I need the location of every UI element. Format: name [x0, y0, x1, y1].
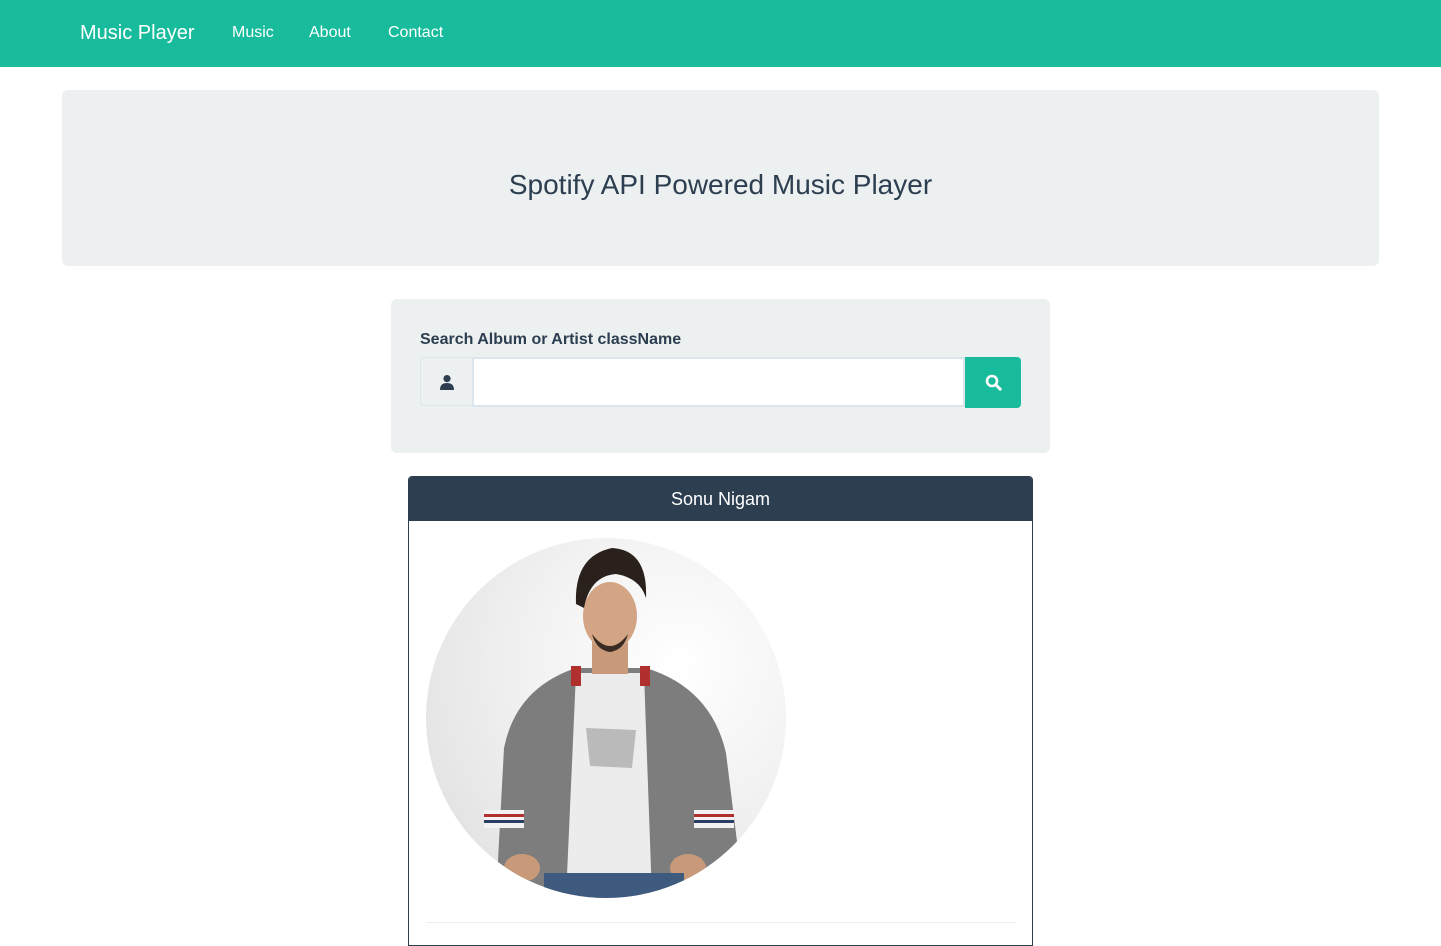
- input-addon: [420, 357, 472, 406]
- nav-link-music[interactable]: Music: [232, 22, 274, 44]
- artist-card: Sonu Nigam: [408, 476, 1033, 946]
- divider: [426, 922, 1016, 923]
- search-label: Search Album or Artist className: [420, 331, 682, 348]
- page-title: Spotify API Powered Music Player: [508, 169, 933, 200]
- nav-link-about[interactable]: About: [309, 22, 351, 44]
- artist-photo: [426, 538, 786, 898]
- brand-link[interactable]: Music Player: [80, 19, 194, 47]
- navbar: Music Player Music About Contact: [0, 0, 1441, 67]
- artist-portrait-illustration: [484, 548, 744, 898]
- nav-link-contact[interactable]: Contact: [388, 22, 443, 44]
- user-icon: [439, 374, 454, 390]
- search-input[interactable]: [472, 357, 965, 407]
- artist-name: Sonu Nigam: [409, 477, 1032, 521]
- search-icon: [985, 374, 1002, 391]
- search-button[interactable]: [965, 357, 1021, 408]
